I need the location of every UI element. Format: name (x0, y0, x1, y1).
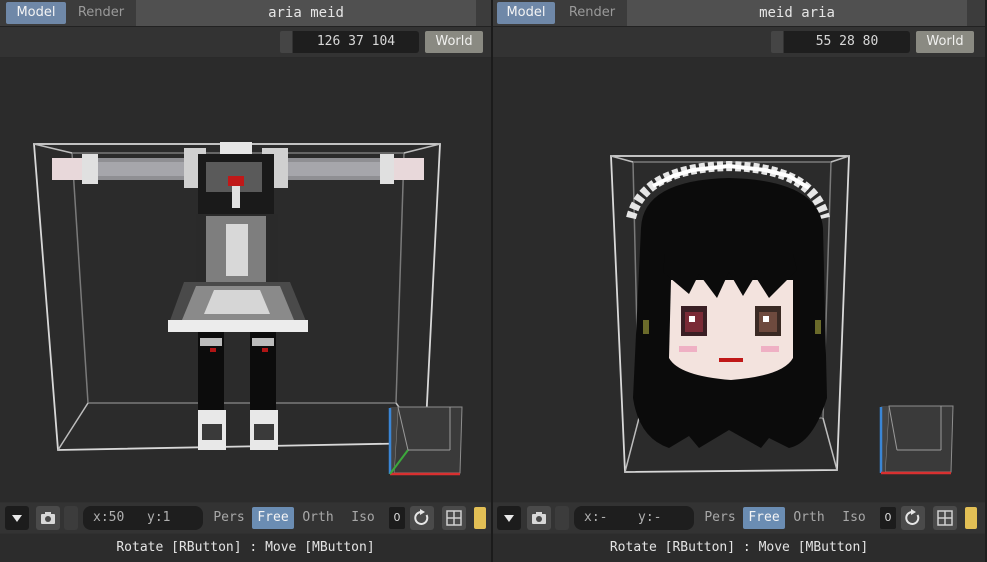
world-button[interactable]: World (425, 31, 483, 53)
grid-button[interactable] (933, 506, 957, 530)
projection-free[interactable]: Free (252, 507, 294, 529)
reset-rotate-icon (414, 509, 429, 525)
3d-viewport[interactable] (493, 58, 985, 502)
tab-model[interactable]: Model (6, 2, 66, 24)
head-model (626, 160, 830, 448)
status-bar: Rotate [RButton] : Move [MButton] (493, 534, 985, 562)
color-swatch[interactable] (474, 507, 486, 529)
toolbar-separator (555, 506, 569, 530)
left-editor-panel: Model Render aria meid 126 37 104 World (0, 0, 491, 562)
tab-model[interactable]: Model (497, 2, 555, 24)
3d-viewport[interactable] (0, 58, 491, 502)
right-editor-panel: Model Render meid aria 55 28 80 World x:… (493, 0, 985, 562)
step-counter[interactable]: 0 (389, 507, 405, 529)
projection-pers[interactable]: Pers (210, 507, 248, 529)
dimension-bar: 126 37 104 World (0, 27, 491, 58)
coord-y: y:1 (147, 510, 171, 525)
coord-x: x:- (584, 510, 608, 525)
coord-y: y:- (638, 510, 662, 525)
reset-rotate-button[interactable] (410, 506, 434, 530)
bottom-toolbar: x:50 y:1 Pers Free Orth Iso 0 (0, 503, 491, 533)
bottom-toolbar: x:- y:- Pers Free Orth Iso 0 (493, 503, 985, 533)
toolbar-separator (64, 506, 78, 530)
model-title[interactable]: aria meid (136, 0, 476, 26)
tab-render[interactable]: Render (561, 2, 623, 24)
triangle-down-icon (504, 515, 514, 522)
coord-x: x:50 (93, 510, 125, 525)
triangle-down-icon (12, 515, 22, 522)
grid-icon (937, 510, 953, 526)
axis-gizmo[interactable] (388, 406, 463, 476)
camera-icon (41, 512, 55, 524)
screenshot-button[interactable] (527, 506, 551, 530)
projection-pers[interactable]: Pers (701, 507, 739, 529)
maid-model (52, 142, 424, 450)
top-bar: Model Render meid aria (493, 0, 985, 27)
status-bar: Rotate [RButton] : Move [MButton] (0, 534, 491, 562)
world-button[interactable]: World (916, 31, 974, 53)
projection-orth[interactable]: Orth (789, 507, 829, 529)
projection-free[interactable]: Free (743, 507, 785, 529)
dimensions-field[interactable]: 55 28 80 (784, 31, 910, 53)
cursor-coordinates: x:- y:- (574, 506, 694, 530)
axis-gizmo[interactable] (879, 405, 954, 475)
reset-rotate-button[interactable] (901, 506, 925, 530)
dimension-grip[interactable] (771, 31, 783, 53)
voxel-scene (33, 142, 463, 476)
projection-iso[interactable]: Iso (344, 507, 382, 529)
step-counter[interactable]: 0 (880, 507, 896, 529)
grid-icon (446, 510, 462, 526)
dimension-grip[interactable] (280, 31, 292, 53)
dimensions-field[interactable]: 126 37 104 (293, 31, 419, 53)
reset-rotate-icon (905, 509, 920, 525)
screenshot-button[interactable] (36, 506, 60, 530)
color-swatch[interactable] (965, 507, 977, 529)
menu-dropdown-button[interactable] (5, 506, 29, 530)
cursor-coordinates: x:50 y:1 (83, 506, 203, 530)
projection-orth[interactable]: Orth (298, 507, 338, 529)
dimension-bar: 55 28 80 World (493, 27, 985, 58)
voxel-scene (610, 155, 954, 475)
model-title[interactable]: meid aria (627, 0, 967, 26)
projection-iso[interactable]: Iso (835, 507, 873, 529)
menu-dropdown-button[interactable] (497, 506, 521, 530)
camera-icon (532, 512, 546, 524)
grid-button[interactable] (442, 506, 466, 530)
top-bar: Model Render aria meid (0, 0, 491, 27)
tab-render[interactable]: Render (70, 2, 132, 24)
